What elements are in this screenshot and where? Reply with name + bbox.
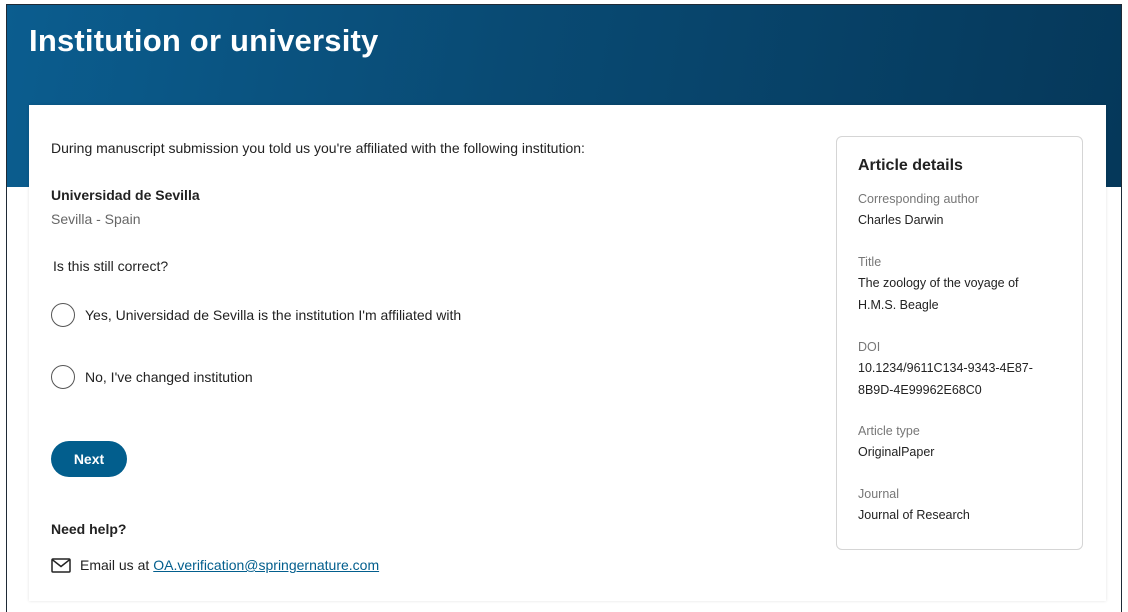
main-card: During manuscript submission you told us… xyxy=(29,105,1106,601)
doi-value-line1: 10.1234/9611C134-9343-4E87- xyxy=(858,361,1033,375)
page-title: Institution or university xyxy=(29,23,379,58)
corresponding-author-label: Corresponding author xyxy=(858,192,979,206)
next-button[interactable]: Next xyxy=(51,441,127,477)
radio-label-yes: Yes, Universidad de Sevilla is the insti… xyxy=(85,307,462,323)
institution-location: Sevilla - Spain xyxy=(51,211,141,227)
radio-option-no[interactable]: No, I've changed institution xyxy=(51,365,253,389)
corresponding-author-value: Charles Darwin xyxy=(858,213,944,227)
confirmation-question: Is this still correct? xyxy=(53,258,169,274)
title-value-line2: H.M.S. Beagle xyxy=(858,298,939,312)
help-heading: Need help? xyxy=(51,521,127,537)
article-type-value: OriginalPaper xyxy=(858,445,935,459)
article-details-title: Article details xyxy=(858,157,963,174)
title-value-line1: The zoology of the voyage of xyxy=(858,276,1019,290)
intro-text: During manuscript submission you told us… xyxy=(51,140,585,156)
institution-name: Universidad de Sevilla xyxy=(51,187,200,203)
radio-option-yes[interactable]: Yes, Universidad de Sevilla is the insti… xyxy=(51,303,461,327)
email-prefix: Email us at xyxy=(80,557,150,573)
journal-value: Journal of Research xyxy=(858,508,970,522)
article-type-label: Article type xyxy=(858,424,920,438)
radio-button-yes[interactable] xyxy=(51,303,75,327)
journal-label: Journal xyxy=(858,487,899,501)
email-link[interactable]: OA.verification@springernature.com xyxy=(153,557,379,573)
title-label: Title xyxy=(858,255,882,269)
envelope-icon xyxy=(51,557,71,573)
radio-button-no[interactable] xyxy=(51,365,75,389)
page-frame: Institution or university During manuscr… xyxy=(6,4,1122,612)
radio-label-no: No, I've changed institution xyxy=(85,369,253,385)
article-details-panel: Article details Corresponding author Cha… xyxy=(836,136,1083,550)
doi-label: DOI xyxy=(858,340,881,354)
doi-value-line2: 8B9D-4E99962E68C0 xyxy=(858,383,982,397)
email-help-row: Email us at OA.verification@springernatu… xyxy=(51,557,379,573)
